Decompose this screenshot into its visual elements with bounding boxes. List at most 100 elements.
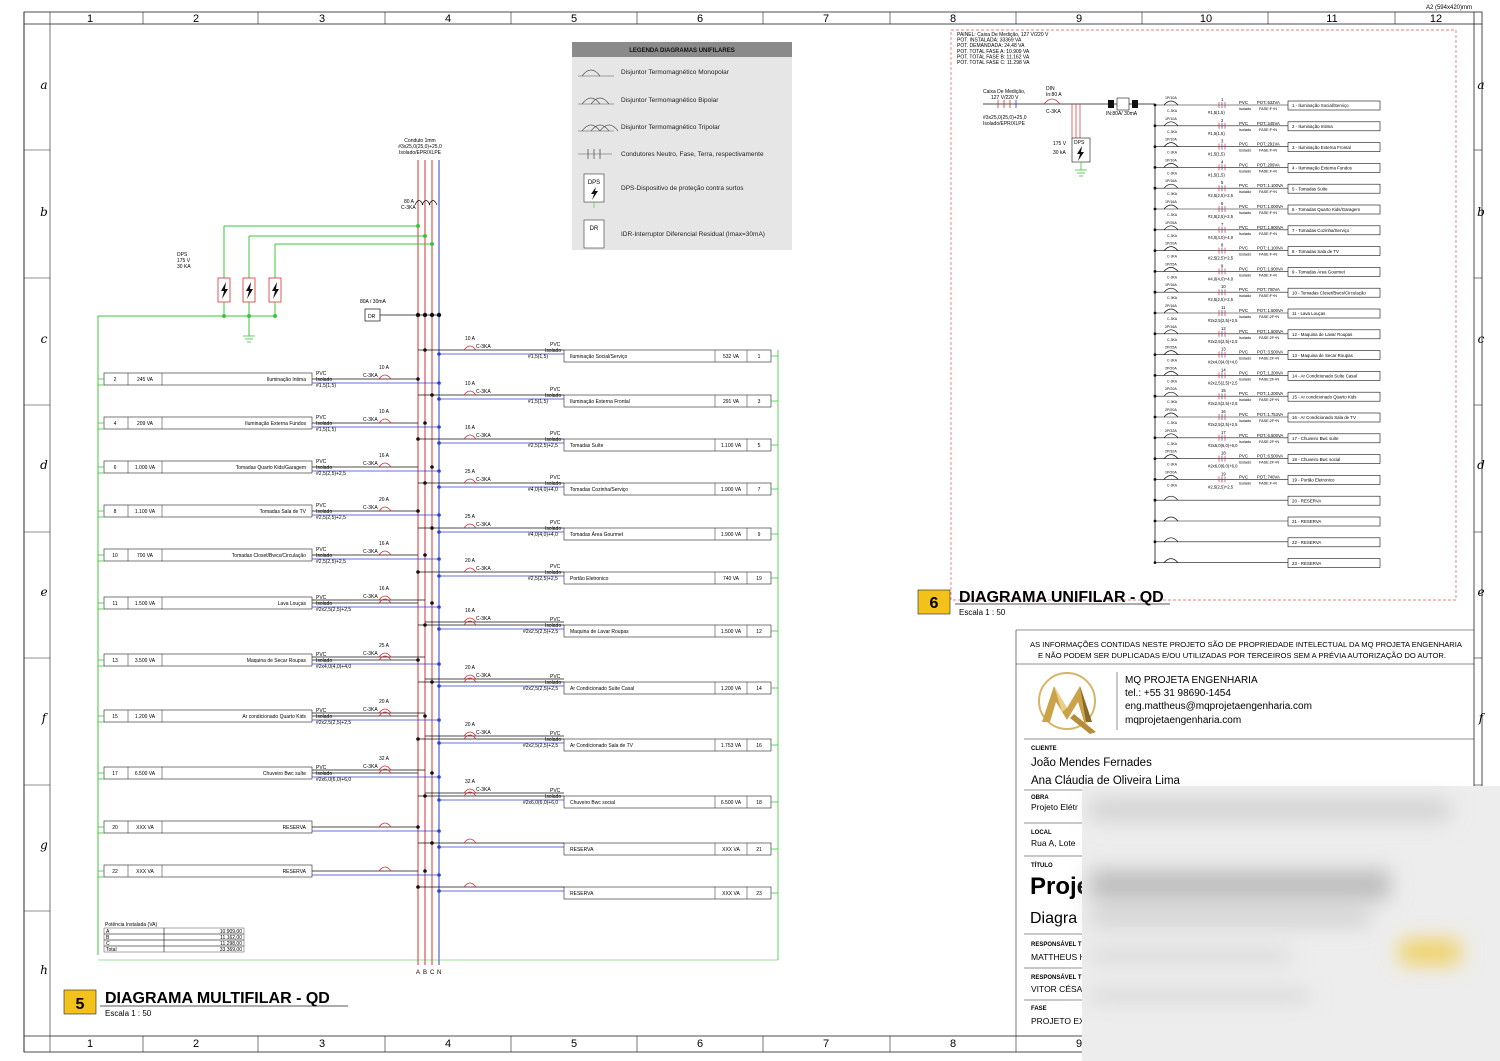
right-circuit: RESERVA XXX VA 23 [416, 882, 778, 900]
junction [1153, 457, 1157, 460]
circuit-number: 18 [1221, 451, 1226, 456]
circuit-number: 23 [756, 891, 762, 897]
row-label: e [1477, 585, 1484, 599]
circuit-power: POT.:6.500VA [1257, 454, 1283, 459]
circuit-phase: FASE:2F+N [1259, 336, 1279, 340]
circuit-phase: FASE:F+N [1259, 481, 1277, 485]
junction [437, 829, 441, 833]
column-label: 3 [319, 1038, 325, 1050]
circuit-power: POT.:1.200VA [1257, 370, 1283, 375]
row-label: f [1478, 711, 1486, 725]
wire-section: #2,5(2,5)+2,5 [528, 576, 558, 582]
circuit-power: XXX VA [722, 891, 740, 897]
junction [1153, 498, 1157, 502]
circuit-power: POT.:245VA [1257, 121, 1280, 126]
junction [437, 889, 441, 893]
breaker-icon [378, 866, 392, 872]
breaker-curve: C-3KA [1167, 109, 1178, 113]
breaker-rating: 2P/32A [1165, 450, 1177, 454]
circuit-number: 1 [1221, 97, 1224, 102]
circuit-number: 4 [114, 421, 117, 427]
wire-type: PVC [1239, 142, 1248, 147]
right-circuit: RESERVA XXX VA 21 [418, 838, 778, 856]
unifilar-circuit: 17 - Chuveiro Bwc suíte 2P/32A C-3KA 17 #2x6… [1153, 429, 1381, 448]
dps-rating: 175 V [1053, 141, 1067, 147]
circuit-description: 18 - Chuveiro Bwc social [1292, 457, 1340, 462]
breaker-icon [463, 567, 477, 573]
breaker-rating: 25 A [465, 469, 476, 475]
wire-section: #2x6,0(6,0)+6,0 [523, 800, 558, 806]
column-label: 1 [87, 1038, 93, 1050]
breaker-rating: 25 A [465, 514, 476, 520]
circuit-description: Maquina de Lavar Roupas [570, 629, 629, 635]
wire-section: #2x2,5(2,5)+2,5 [523, 686, 558, 692]
circuit-description: Portão Eletronico [570, 576, 609, 582]
circuit-description: Chuveiro Bwc social [570, 800, 615, 806]
junction [429, 312, 435, 318]
wire-insulation: Isolado [1239, 211, 1251, 215]
circuit-description: 2 - Iluminação Intima [1292, 124, 1333, 129]
circuit-description: Tomadas Closet/Bwcs/Circulação [232, 553, 306, 559]
circuit-number: 6 [1221, 201, 1224, 206]
breaker-rating: 10 A [379, 365, 390, 371]
wire-section: #2x2,5(2,5)+2,5 [1208, 318, 1238, 323]
left-circuit: 13 3.500 VA Maquina de Secar Roupas 25 AC-3… [98, 643, 441, 670]
circuit-number: 11 [112, 601, 117, 607]
column-label: 11 [1326, 13, 1337, 25]
circuit-number: 17 [112, 771, 118, 777]
column-label: 2 [193, 1038, 199, 1050]
wire-type: PVC [1239, 162, 1248, 167]
sheet-format-label: A2 (594x420)mm [1426, 5, 1472, 11]
circuit-phase: FASE:F+N [1259, 211, 1277, 215]
wire-section: #2,5(2,5)+2,5 [316, 471, 346, 477]
breaker-icon [463, 734, 477, 740]
breaker-rating: 16 A [465, 608, 476, 614]
junction [430, 680, 434, 684]
breaker-curve: C-3KA [476, 389, 491, 395]
circuit-power: 1.500 VA [135, 601, 156, 607]
junction [437, 485, 441, 489]
breaker-icon [463, 620, 477, 626]
wire-type: PVC [1239, 204, 1248, 209]
breaker-rating: 1P/20A [1165, 242, 1177, 246]
junction [416, 885, 420, 889]
breaker-rating: 2P/32A [1165, 429, 1177, 433]
junction [423, 234, 427, 238]
breaker-curve: C-3KA [363, 549, 378, 555]
wire-section: #1,5(1,5) [1208, 131, 1225, 136]
junction [437, 662, 441, 666]
junction [430, 465, 434, 469]
breaker-rating: 32 A [465, 779, 476, 785]
row-label: f [41, 711, 49, 725]
wire-insulation: Isolado [1239, 149, 1251, 153]
junction [1153, 436, 1157, 440]
fase-value: PROJETO EX [1031, 1016, 1085, 1026]
unifilar-circuit: 15 - Ar condicionado Quarto Kids 2P/20A C-… [1153, 387, 1381, 406]
junction [416, 570, 420, 574]
row-label: g [40, 838, 48, 852]
junction [423, 869, 427, 873]
circuit-number: 9 [1221, 263, 1224, 268]
breaker-curve: C-3KA [476, 673, 491, 679]
left-circuit: 15 1.200 VA Ar condicionado Quarto Kids 20 … [98, 699, 441, 726]
breaker-curve: C-3KA [476, 477, 491, 483]
circuit-phase: FASE:2F+N [1259, 398, 1279, 402]
wire-section: #1,5(1,5) [1208, 110, 1225, 115]
circuit-number: 12 [756, 629, 762, 635]
idr-icon [1116, 97, 1130, 111]
breaker-icon [378, 374, 392, 380]
breaker-icon [1163, 350, 1179, 355]
junction [423, 348, 427, 352]
breaker-icon [1163, 391, 1179, 397]
wire-section: #2x2,5(2,5)+2,5 [316, 720, 351, 726]
right-circuit: Tomadas Cozinha/Serviço 1.900 VA 7 25 AC-3K… [418, 469, 778, 496]
junction [1153, 207, 1157, 211]
circuit-description: 7 - Tomadas Cozinha/Serviço [1292, 228, 1350, 233]
wire-type: PVC [1239, 100, 1248, 105]
breaker-curve: C-3KA [1167, 379, 1178, 383]
breaker-icon [378, 655, 392, 661]
unifilar-title-block: 6 DIAGRAMA UNIFILAR - QD Escala 1 : 50 [917, 589, 1170, 617]
unifilar-circuit: 5 - Tomadas Suíte 1P/16A C-3KA 5 #2,5(2,5)+2… [1153, 179, 1381, 198]
wire-section: #2x6,0(6,0)+6,0 [316, 777, 351, 783]
resp1-label: RESPONSÁVEL TÉ [1031, 940, 1086, 948]
